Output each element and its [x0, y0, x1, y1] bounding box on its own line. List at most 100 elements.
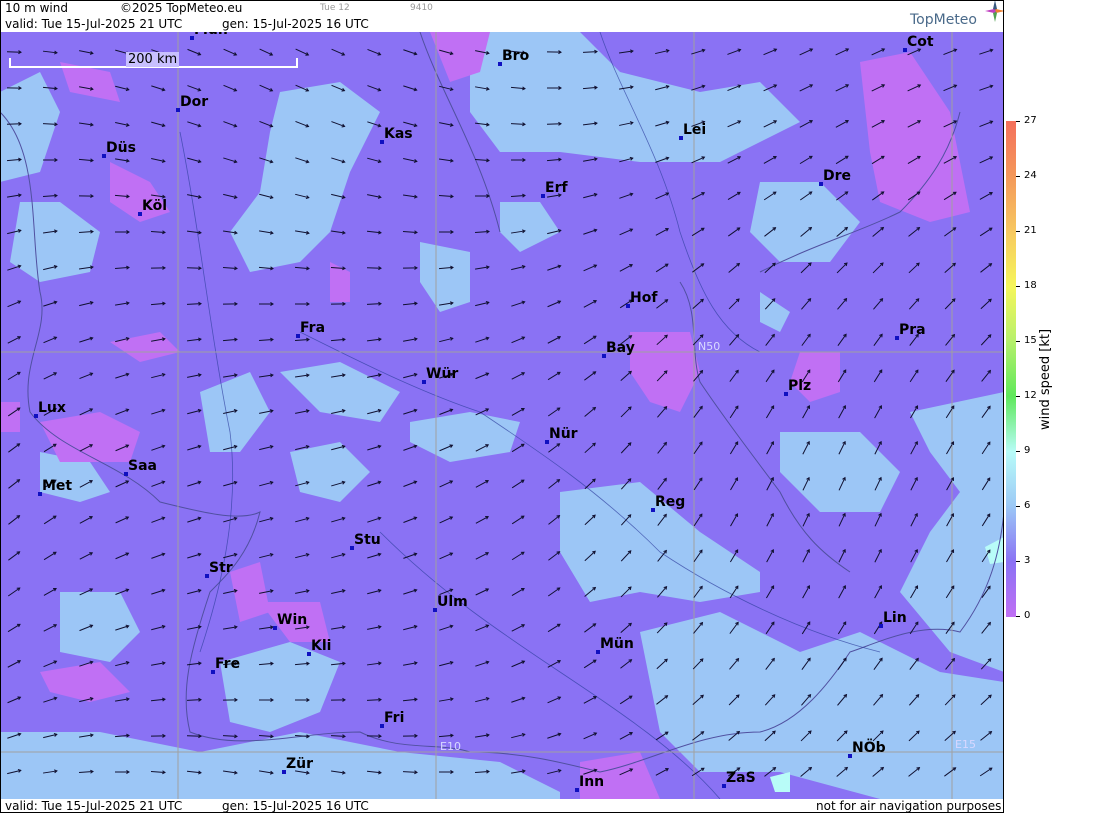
wind-arrow: [874, 585, 882, 599]
city-label-hof: Hof: [630, 290, 658, 306]
city-label-lei: Lei: [683, 122, 707, 138]
wind-arrow: [43, 624, 57, 632]
city-label-kli: Kli: [311, 638, 332, 654]
wind-arrow: [838, 549, 846, 563]
city-label-pra: Pra: [899, 322, 926, 338]
wind-arrow: [547, 587, 561, 597]
city-label-dre: Dre: [823, 168, 852, 184]
wind-arrow: [7, 336, 21, 344]
wind-arrow: [728, 227, 740, 237]
wind-arrow: [802, 585, 810, 599]
wind-arrow: [943, 48, 957, 56]
wind-arrow: [511, 551, 525, 561]
wind-arrow: [874, 549, 882, 563]
city-label-dor: Dor: [180, 94, 209, 110]
city-label-zur: Zür: [286, 756, 314, 772]
wind-arrow: [945, 370, 955, 382]
wind-arrow: [150, 231, 166, 233]
wind-arrow: [727, 49, 741, 55]
wind-arrow: [475, 372, 489, 380]
wind-arrow: [439, 480, 453, 488]
wind-arrow: [511, 624, 525, 632]
wind-arrow: [799, 120, 813, 128]
wind-arrow: [837, 334, 847, 346]
wind-arrow: [980, 298, 992, 310]
wind-arrow: [330, 735, 346, 737]
wind-arrow: [908, 298, 920, 310]
wind-arrow: [619, 228, 633, 236]
time-tab[interactable]: Tue 12: [320, 3, 350, 13]
wind-arrow: [835, 155, 849, 165]
wind-arrow: [763, 156, 777, 164]
colorbar-tick-mark: [1016, 396, 1020, 397]
wind-arrow: [79, 552, 93, 560]
wind-arrow: [475, 588, 489, 596]
wind-arrow: [583, 264, 597, 272]
wind-arrow: [837, 621, 847, 635]
wind-arrow: [979, 227, 993, 237]
city-label-bro: Bro: [502, 48, 530, 64]
wind-arrow: [331, 48, 345, 56]
colorbar-tick-mark: [1016, 231, 1020, 232]
city-label-fra: Fra: [300, 320, 326, 336]
city-label-nur: Nür: [549, 426, 578, 442]
wind-arrow: [655, 263, 669, 273]
wind-arrow: [151, 517, 165, 523]
wind-arrow: [402, 231, 418, 233]
wind-arrow: [801, 334, 811, 346]
wind-arrow: [835, 120, 849, 128]
wind-arrow: [7, 587, 21, 597]
city-label-str: Str: [209, 560, 233, 576]
wind-arrow: [583, 696, 597, 704]
wind-arrow: [186, 303, 202, 305]
colorbar-tick-label: 15: [1024, 335, 1037, 346]
wind-arrow: [475, 480, 489, 488]
wind-arrow: [583, 300, 597, 308]
city-label-mun: Mün: [600, 636, 634, 652]
wind-arrow: [439, 409, 453, 415]
wind-arrow: [8, 551, 20, 561]
wind-arrow: [475, 408, 489, 416]
wind-map[interactable]: 200 km N50 E10 E15 Mün Bro Cot Dor Kas Lei Düs…: [0, 32, 1004, 799]
wind-arrow: [835, 48, 849, 56]
wind-arrow: [547, 371, 561, 381]
footer-valid-time: valid: Tue 15-Jul-2025 21 UTC: [5, 799, 183, 813]
colorbar-tick-mark: [1016, 451, 1020, 452]
colorbar-title: wind speed [kt]: [1038, 328, 1053, 430]
wind-arrow: [223, 84, 237, 92]
wind-arrow: [766, 477, 774, 491]
city-label-lux: Lux: [38, 400, 66, 416]
product-title: 10 m wind: [5, 1, 68, 15]
wind-arrow: [910, 513, 918, 527]
wind-arrow: [43, 551, 57, 561]
wind-arrow: [979, 85, 993, 91]
wind-arrow: [403, 481, 417, 487]
disclaimer: not for air navigation purposes: [816, 799, 1002, 813]
colorbar-segment: [1006, 231, 1016, 287]
wind-arrow: [655, 192, 669, 200]
wind-arrow: [693, 441, 703, 455]
wind-arrow: [43, 336, 57, 344]
wind-arrow: [79, 516, 93, 524]
wind-arrow: [944, 227, 956, 237]
wind-arrow: [187, 85, 201, 91]
wind-arrow: [873, 334, 883, 346]
wind-arrow: [222, 735, 238, 737]
wind-arrow: [729, 334, 739, 346]
wind-arrow: [7, 660, 21, 668]
wind-arrow: [910, 441, 918, 455]
lon-label-e15: E15: [955, 738, 976, 751]
wind-arrow: [151, 553, 165, 559]
wind-arrow: [295, 48, 309, 56]
wind-6-9kt-areas: [0, 32, 1004, 799]
colorbar-tick-mark: [1016, 506, 1020, 507]
wind-arrow: [873, 369, 883, 383]
wind-arrow: [8, 443, 20, 453]
wind-arrow: [693, 406, 703, 418]
colorbar-tick-label: 18: [1024, 280, 1037, 291]
code-label: 9410: [410, 3, 433, 13]
wind-arrow: [43, 515, 57, 525]
wind-arrow: [874, 405, 882, 419]
wind-arrow: [474, 230, 490, 234]
city-label-mun-top: Mün: [194, 32, 228, 38]
